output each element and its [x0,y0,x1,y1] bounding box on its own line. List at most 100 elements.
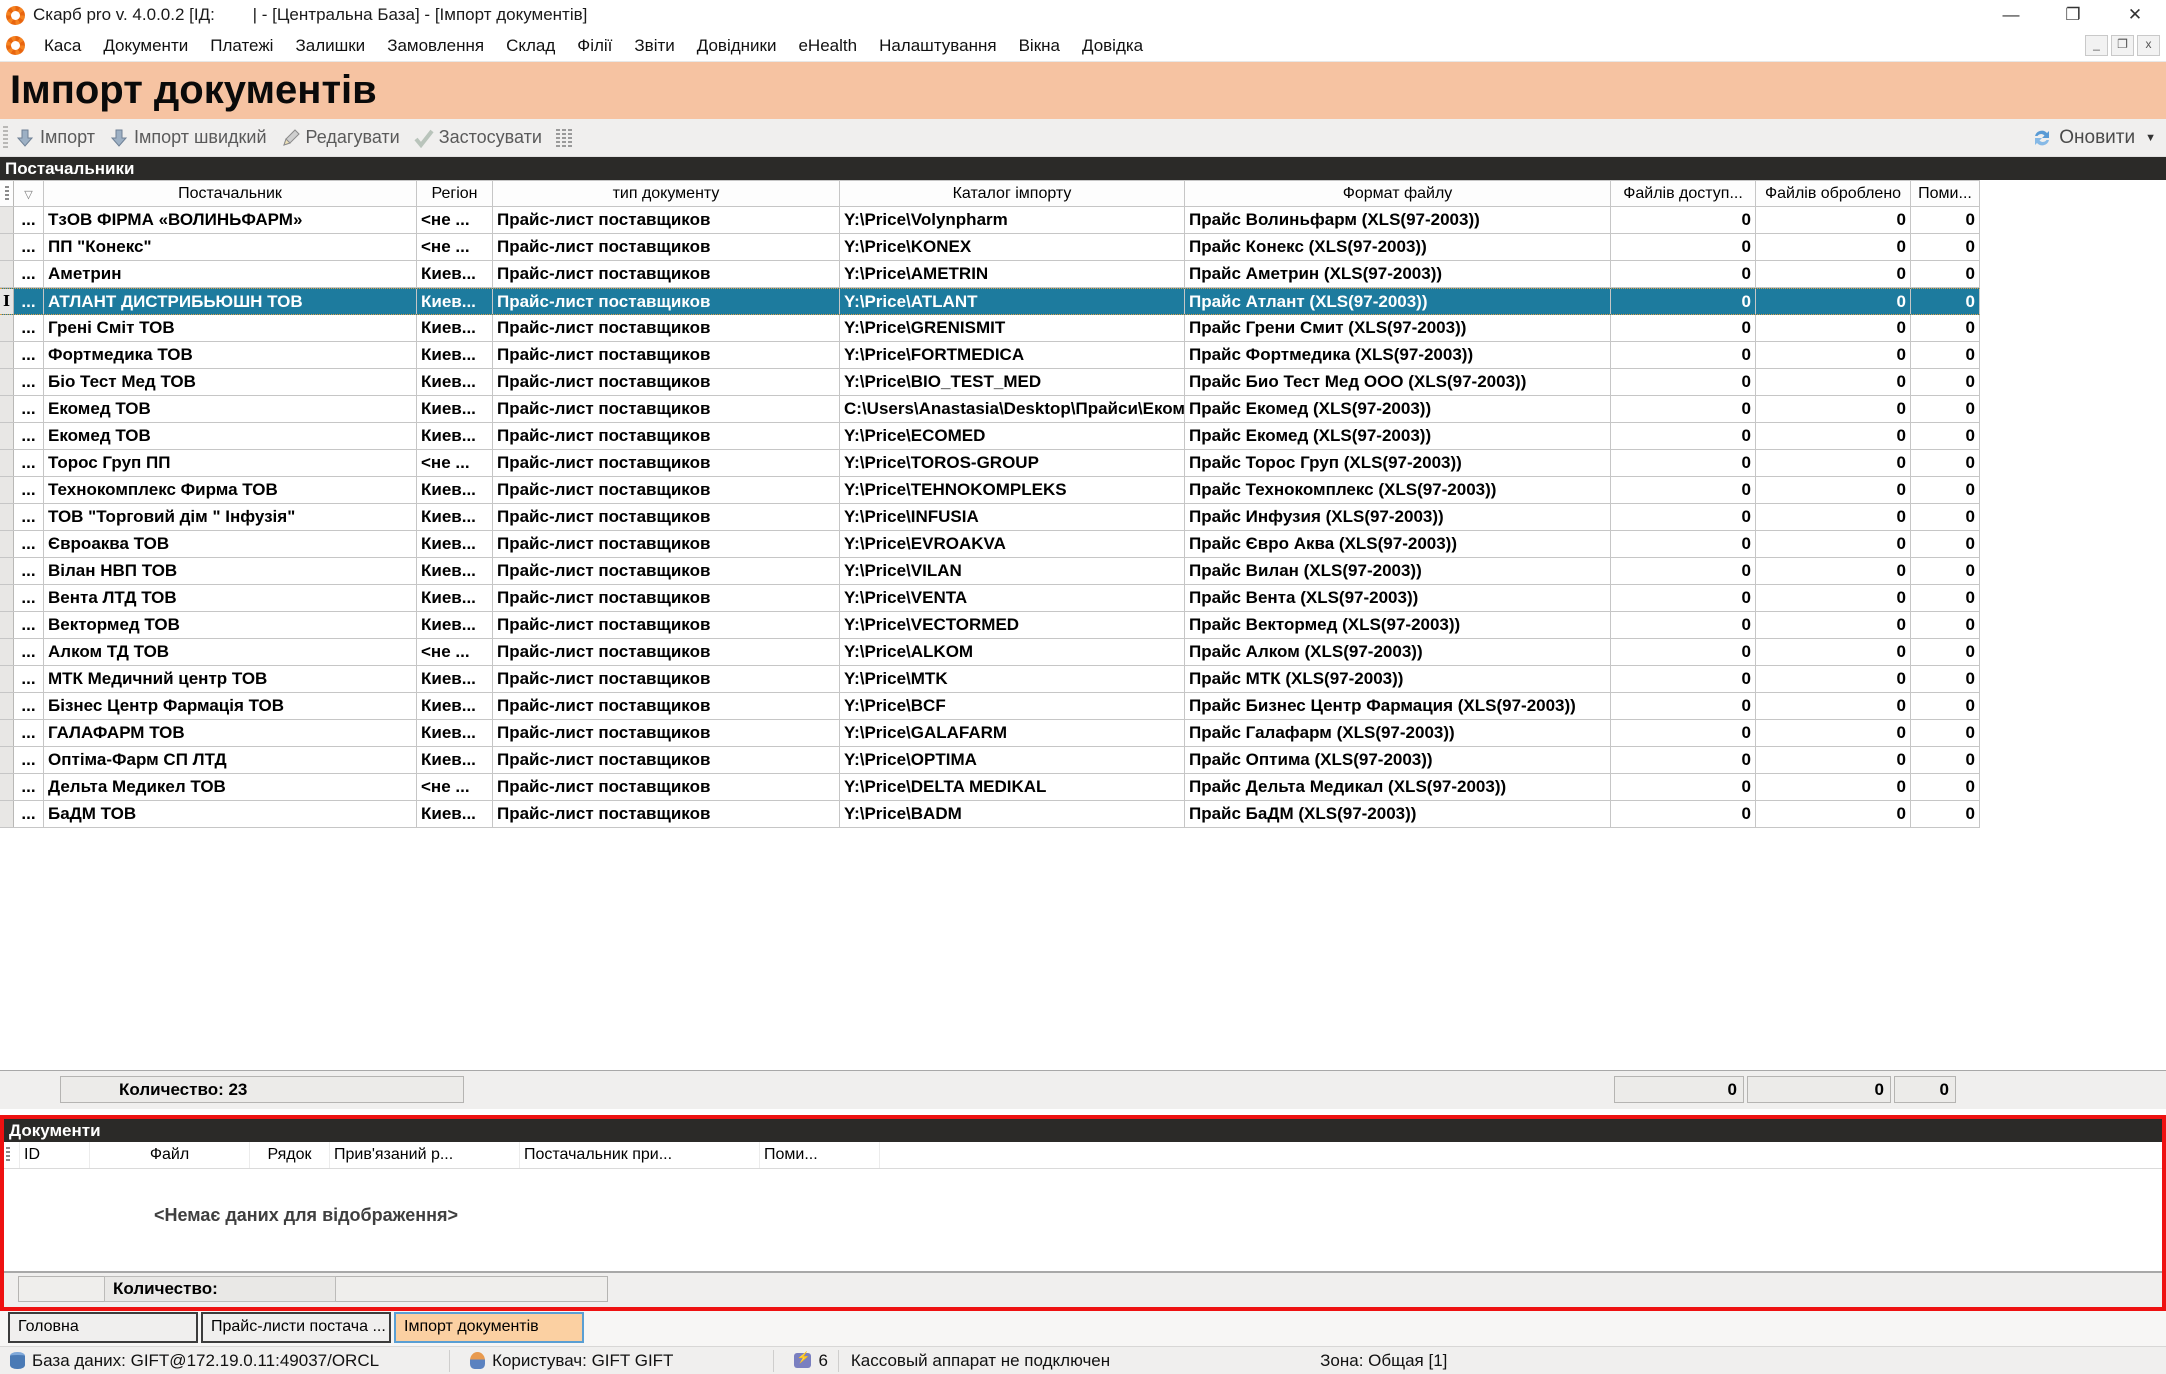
files-processed-cell[interactable]: 0 [1756,369,1911,395]
doc-column-header[interactable]: ID [20,1142,90,1168]
doctype-cell[interactable]: Прайс-лист поставщиков [493,639,840,665]
menu-item-склад[interactable]: Склад [495,36,566,56]
files-processed-cell[interactable]: 0 [1756,450,1911,476]
format-cell[interactable]: Прайс Био Тест Мед ООО (XLS(97-2003)) [1185,369,1611,395]
format-cell[interactable]: Прайс Екомед (XLS(97-2003)) [1185,423,1611,449]
region-cell[interactable]: Киев... [417,477,493,503]
menu-item-документи[interactable]: Документи [92,36,199,56]
supplier-row[interactable]: ...ГАЛАФАРМ ТОВКиев...Прайс-лист поставщ… [0,720,1980,747]
supplier-row[interactable]: ...Вілан НВП ТОВКиев...Прайс-лист постав… [0,558,1980,585]
format-cell[interactable]: Прайс Галафарм (XLS(97-2003)) [1185,720,1611,746]
format-cell[interactable]: Прайс Євро Аква (XLS(97-2003)) [1185,531,1611,557]
toolbar-button-застосувати[interactable]: Застосувати [414,127,542,148]
row-ellipsis-button[interactable]: ... [14,396,44,422]
files-available-cell[interactable]: 0 [1611,234,1756,260]
supplier-row[interactable]: ...Екомед ТОВКиев...Прайс-лист поставщик… [0,396,1980,423]
files-processed-cell[interactable]: 0 [1756,234,1911,260]
files-processed-cell[interactable]: 0 [1756,666,1911,692]
files-available-cell[interactable]: 0 [1611,801,1756,827]
supplier-name-cell[interactable]: Екомед ТОВ [44,396,417,422]
catalog-cell[interactable]: C:\Users\Anastasia\Desktop\Прайси\Екомед [840,396,1185,422]
doctype-cell[interactable]: Прайс-лист поставщиков [493,585,840,611]
region-cell[interactable]: Киев... [417,585,493,611]
catalog-cell[interactable]: Y:\Price\OPTIMA [840,747,1185,773]
files-available-cell[interactable]: 0 [1611,558,1756,584]
errors-cell[interactable]: 0 [1911,261,1980,287]
format-cell[interactable]: Прайс Конекс (XLS(97-2003)) [1185,234,1611,260]
region-cell[interactable]: Киев... [417,558,493,584]
format-cell[interactable]: Прайс БаДМ (XLS(97-2003)) [1185,801,1611,827]
doctype-cell[interactable]: Прайс-лист поставщиков [493,666,840,692]
errors-cell[interactable]: 0 [1911,315,1980,341]
files-processed-cell[interactable]: 0 [1756,747,1911,773]
errors-cell[interactable]: 0 [1911,720,1980,746]
catalog-cell[interactable]: Y:\Price\VECTORMED [840,612,1185,638]
menu-item-замовлення[interactable]: Замовлення [376,36,495,56]
menu-item-каса[interactable]: Каса [33,36,92,56]
doctype-cell[interactable]: Прайс-лист поставщиков [493,774,840,800]
row-ellipsis-button[interactable]: ... [14,612,44,638]
supplier-name-cell[interactable]: Алком ТД ТОВ [44,639,417,665]
supplier-row[interactable]: ...Технокомплекс Фирма ТОВКиев...Прайс-л… [0,477,1980,504]
format-cell[interactable]: Прайс МТК (XLS(97-2003)) [1185,666,1611,692]
format-cell[interactable]: Прайс Дельта Медикал (XLS(97-2003)) [1185,774,1611,800]
row-ellipsis-button[interactable]: ... [14,477,44,503]
errors-cell[interactable]: 0 [1911,801,1980,827]
format-cell[interactable]: Прайс Вилан (XLS(97-2003)) [1185,558,1611,584]
catalog-cell[interactable]: Y:\Price\GRENISMIT [840,315,1185,341]
region-cell[interactable]: Киев... [417,369,493,395]
files-processed-cell[interactable]: 0 [1756,423,1911,449]
supplier-row[interactable]: ...Біо Тест Мед ТОВКиев...Прайс-лист пос… [0,369,1980,396]
catalog-cell[interactable]: Y:\Price\EVROAKVA [840,531,1185,557]
format-cell[interactable]: Прайс Аметрин (XLS(97-2003)) [1185,261,1611,287]
supplier-name-cell[interactable]: ПП "Конекс" [44,234,417,260]
doctype-cell[interactable]: Прайс-лист поставщиков [493,315,840,341]
region-cell[interactable]: Киев... [417,612,493,638]
format-cell[interactable]: Прайс Оптима (XLS(97-2003)) [1185,747,1611,773]
catalog-cell[interactable]: Y:\Price\KONEX [840,234,1185,260]
doc-column-header[interactable]: Файл [90,1142,250,1168]
row-ellipsis-button[interactable]: ... [14,747,44,773]
row-ellipsis-button[interactable]: ... [14,558,44,584]
format-cell[interactable]: Прайс Волиньфарм (XLS(97-2003)) [1185,207,1611,233]
toolbar-button-редагувати[interactable]: Редагувати [281,127,400,148]
supplier-row[interactable]: ...Вента ЛТД ТОВКиев...Прайс-лист постав… [0,585,1980,612]
region-cell[interactable]: Киев... [417,423,493,449]
doctype-cell[interactable]: Прайс-лист поставщиков [493,396,840,422]
mdi-minimize-button[interactable]: _ [2085,35,2108,56]
supplier-row[interactable]: ...Екомед ТОВКиев...Прайс-лист поставщик… [0,423,1980,450]
row-ellipsis-button[interactable]: ... [14,423,44,449]
catalog-cell[interactable]: Y:\Price\BCF [840,693,1185,719]
column-header[interactable]: Каталог імпорту [840,181,1185,206]
row-ellipsis-button[interactable]: ... [14,693,44,719]
region-cell[interactable]: Киев... [417,720,493,746]
supplier-name-cell[interactable]: ТзОВ ФІРМА «ВОЛИНЬФАРМ» [44,207,417,233]
supplier-name-cell[interactable]: Аметрин [44,261,417,287]
supplier-row[interactable]: ...ТзОВ ФІРМА «ВОЛИНЬФАРМ»<не ...Прайс-л… [0,207,1980,234]
doctype-cell[interactable]: Прайс-лист поставщиков [493,720,840,746]
mdi-restore-button[interactable]: ❐ [2111,35,2134,56]
supplier-row[interactable]: ...МТК Медичний центр ТОВКиев...Прайс-ли… [0,666,1980,693]
files-available-cell[interactable]: 0 [1611,342,1756,368]
region-cell[interactable]: Киев... [417,693,493,719]
supplier-name-cell[interactable]: Технокомплекс Фирма ТОВ [44,477,417,503]
row-ellipsis-button[interactable]: ... [14,207,44,233]
menu-item-вікна[interactable]: Вікна [1008,36,1071,56]
column-header[interactable]: Файлів оброблено [1756,181,1911,206]
errors-cell[interactable]: 0 [1911,477,1980,503]
errors-cell[interactable]: 0 [1911,450,1980,476]
files-available-cell[interactable]: 0 [1611,720,1756,746]
catalog-cell[interactable]: Y:\Price\ATLANT [840,289,1185,314]
row-ellipsis-button[interactable]: ... [14,261,44,287]
region-cell[interactable]: <не ... [417,234,493,260]
toolbar-columns-button[interactable] [556,129,579,147]
files-available-cell[interactable]: 0 [1611,261,1756,287]
supplier-name-cell[interactable]: АТЛАНТ ДИСТРИБЬЮШН ТОВ [44,289,417,314]
files-processed-cell[interactable]: 0 [1756,558,1911,584]
region-cell[interactable]: Киев... [417,315,493,341]
doctype-cell[interactable]: Прайс-лист поставщиков [493,342,840,368]
row-ellipsis-button[interactable]: ... [14,585,44,611]
files-processed-cell[interactable]: 0 [1756,612,1911,638]
catalog-cell[interactable]: Y:\Price\MTK [840,666,1185,692]
errors-cell[interactable]: 0 [1911,747,1980,773]
